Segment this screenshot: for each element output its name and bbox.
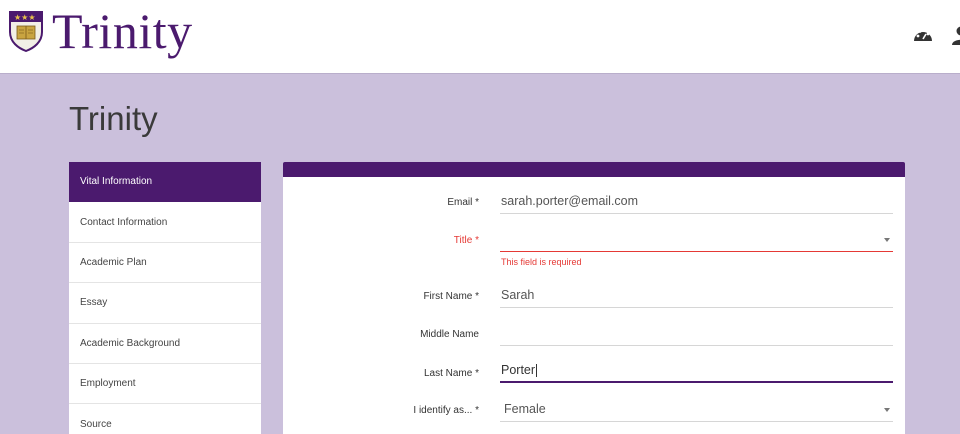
last-name-label: Last Name * (423, 368, 479, 379)
first-name-field[interactable]: Sarah (500, 284, 893, 308)
top-bar: ★★★ Trinity (0, 0, 960, 74)
sidebar-item-source[interactable]: Source (69, 404, 261, 434)
page-title: Trinity (69, 100, 158, 137)
sidebar-item-employment[interactable]: Employment (69, 364, 261, 405)
user-icon[interactable] (950, 24, 960, 46)
sidebar-nav: Vital Information Contact Information Ac… (69, 162, 261, 434)
middle-name-label: Middle Name (420, 329, 479, 340)
chevron-down-icon (884, 408, 890, 412)
last-name-value: Porter (501, 363, 536, 377)
dashboard-icon[interactable] (912, 24, 934, 46)
sidebar-item-essay[interactable]: Essay (69, 283, 261, 324)
email-label: Email * (447, 197, 479, 208)
identify-as-select[interactable]: Female (500, 398, 893, 422)
sidebar-item-contact-information[interactable]: Contact Information (69, 202, 261, 243)
last-name-field[interactable]: Porter (500, 359, 893, 383)
first-name-label: First Name * (423, 291, 479, 302)
title-select[interactable] (500, 228, 893, 252)
identify-as-label: I identify as... * (413, 405, 479, 416)
chevron-down-icon (884, 238, 890, 242)
sidebar-item-academic-background[interactable]: Academic Background (69, 324, 261, 364)
middle-name-field[interactable] (500, 322, 893, 346)
vital-information-form: Email * sarah.porter@email.com Title * T… (283, 162, 905, 434)
trinity-shield-icon: ★★★ (9, 11, 43, 52)
identify-as-value: Female (504, 402, 546, 416)
sidebar-item-vital-information[interactable]: Vital Information (69, 162, 261, 203)
sidebar-item-academic-plan[interactable]: Academic Plan (69, 243, 261, 284)
title-label: Title * (453, 235, 479, 246)
email-field[interactable]: sarah.porter@email.com (500, 190, 893, 214)
svg-text:★★★: ★★★ (14, 13, 36, 22)
text-cursor (536, 364, 538, 378)
title-error-message: This field is required (501, 257, 582, 267)
logo-text[interactable]: Trinity (52, 2, 193, 60)
